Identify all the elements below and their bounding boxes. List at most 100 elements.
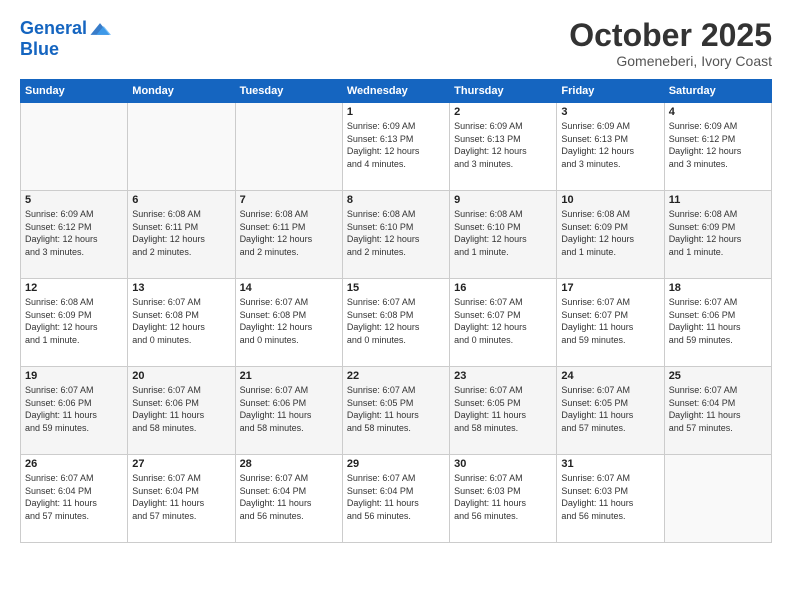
- calendar-cell: 28 Sunrise: 6:07 AMSunset: 6:04 PMDayligh…: [235, 455, 342, 543]
- calendar-cell: 26 Sunrise: 6:07 AMSunset: 6:04 PMDayligh…: [21, 455, 128, 543]
- calendar-cell: [21, 103, 128, 191]
- calendar-cell: 5 Sunrise: 6:09 AMSunset: 6:12 PMDaylight…: [21, 191, 128, 279]
- day-info: Sunrise: 6:09 AMSunset: 6:13 PMDaylight:…: [454, 120, 552, 170]
- day-number: 23: [454, 370, 552, 382]
- title-block: October 2025 Gomeneberi, Ivory Coast: [569, 18, 772, 69]
- day-info: Sunrise: 6:07 AMSunset: 6:06 PMDaylight:…: [240, 384, 338, 434]
- calendar-cell: 25 Sunrise: 6:07 AMSunset: 6:04 PMDayligh…: [664, 367, 771, 455]
- day-info: Sunrise: 6:07 AMSunset: 6:05 PMDaylight:…: [347, 384, 445, 434]
- calendar-cell: 19 Sunrise: 6:07 AMSunset: 6:06 PMDayligh…: [21, 367, 128, 455]
- weekday-tuesday: Tuesday: [235, 80, 342, 103]
- logo-blue-text: Blue: [20, 40, 111, 60]
- calendar-cell: [128, 103, 235, 191]
- day-info: Sunrise: 6:07 AMSunset: 6:06 PMDaylight:…: [669, 296, 767, 346]
- day-number: 15: [347, 282, 445, 294]
- logo-icon: [89, 18, 111, 40]
- calendar-cell: 14 Sunrise: 6:07 AMSunset: 6:08 PMDayligh…: [235, 279, 342, 367]
- day-info: Sunrise: 6:07 AMSunset: 6:04 PMDaylight:…: [240, 472, 338, 522]
- calendar-cell: 27Sunrise: 6:07 AMSunset: 6:04 PMDayligh…: [128, 455, 235, 543]
- day-number: 20: [132, 370, 230, 382]
- day-info: Sunrise: 6:07 AMSunset: 6:08 PMDaylight:…: [240, 296, 338, 346]
- day-number: 22: [347, 370, 445, 382]
- day-info: Sunrise: 6:08 AMSunset: 6:11 PMDaylight:…: [240, 208, 338, 258]
- calendar-week-2: 12Sunrise: 6:08 AMSunset: 6:09 PMDayligh…: [21, 279, 772, 367]
- calendar-cell: 6Sunrise: 6:08 AMSunset: 6:11 PMDaylight…: [128, 191, 235, 279]
- day-number: 14: [240, 282, 338, 294]
- weekday-thursday: Thursday: [450, 80, 557, 103]
- day-info: Sunrise: 6:09 AMSunset: 6:13 PMDaylight:…: [347, 120, 445, 170]
- day-number: 19: [25, 370, 123, 382]
- day-number: 11: [669, 194, 767, 206]
- logo: General Blue: [20, 18, 111, 60]
- day-number: 28: [240, 458, 338, 470]
- calendar-cell: 9Sunrise: 6:08 AMSunset: 6:10 PMDaylight…: [450, 191, 557, 279]
- calendar-cell: 31Sunrise: 6:07 AMSunset: 6:03 PMDayligh…: [557, 455, 664, 543]
- day-number: 7: [240, 194, 338, 206]
- calendar-cell: [664, 455, 771, 543]
- day-number: 25: [669, 370, 767, 382]
- day-info: Sunrise: 6:07 AMSunset: 6:04 PMDaylight:…: [669, 384, 767, 434]
- calendar-cell: 29Sunrise: 6:07 AMSunset: 6:04 PMDayligh…: [342, 455, 449, 543]
- day-number: 31: [561, 458, 659, 470]
- day-number: 8: [347, 194, 445, 206]
- calendar-cell: 10 Sunrise: 6:08 AMSunset: 6:09 PMDayligh…: [557, 191, 664, 279]
- day-number: 24: [561, 370, 659, 382]
- calendar-week-1: 5 Sunrise: 6:09 AMSunset: 6:12 PMDaylight…: [21, 191, 772, 279]
- day-info: Sunrise: 6:07 AMSunset: 6:05 PMDaylight:…: [454, 384, 552, 434]
- calendar-week-4: 26 Sunrise: 6:07 AMSunset: 6:04 PMDayligh…: [21, 455, 772, 543]
- day-info: Sunrise: 6:08 AMSunset: 6:09 PMDaylight:…: [669, 208, 767, 258]
- day-info: Sunrise: 6:07 AMSunset: 6:07 PMDaylight:…: [561, 296, 659, 346]
- day-number: 6: [132, 194, 230, 206]
- day-number: 1: [347, 106, 445, 118]
- calendar-cell: 20Sunrise: 6:07 AMSunset: 6:06 PMDayligh…: [128, 367, 235, 455]
- calendar-cell: 15 Sunrise: 6:07 AMSunset: 6:08 PMDayligh…: [342, 279, 449, 367]
- calendar-cell: 23 Sunrise: 6:07 AMSunset: 6:05 PMDayligh…: [450, 367, 557, 455]
- day-number: 18: [669, 282, 767, 294]
- day-info: Sunrise: 6:09 AMSunset: 6:12 PMDaylight:…: [669, 120, 767, 170]
- calendar-week-3: 19 Sunrise: 6:07 AMSunset: 6:06 PMDayligh…: [21, 367, 772, 455]
- day-info: Sunrise: 6:09 AMSunset: 6:12 PMDaylight:…: [25, 208, 123, 258]
- location: Gomeneberi, Ivory Coast: [569, 53, 772, 69]
- day-number: 13: [132, 282, 230, 294]
- day-info: Sunrise: 6:07 AMSunset: 6:08 PMDaylight:…: [132, 296, 230, 346]
- calendar-cell: 12Sunrise: 6:08 AMSunset: 6:09 PMDayligh…: [21, 279, 128, 367]
- calendar-table: SundayMondayTuesdayWednesdayThursdayFrid…: [20, 79, 772, 543]
- day-info: Sunrise: 6:07 AMSunset: 6:04 PMDaylight:…: [25, 472, 123, 522]
- day-number: 17: [561, 282, 659, 294]
- calendar-cell: 7 Sunrise: 6:08 AMSunset: 6:11 PMDaylight…: [235, 191, 342, 279]
- calendar-cell: 11 Sunrise: 6:08 AMSunset: 6:09 PMDayligh…: [664, 191, 771, 279]
- day-info: Sunrise: 6:07 AMSunset: 6:07 PMDaylight:…: [454, 296, 552, 346]
- day-number: 29: [347, 458, 445, 470]
- day-number: 10: [561, 194, 659, 206]
- calendar-cell: 24 Sunrise: 6:07 AMSunset: 6:05 PMDayligh…: [557, 367, 664, 455]
- calendar-cell: 8 Sunrise: 6:08 AMSunset: 6:10 PMDaylight…: [342, 191, 449, 279]
- weekday-sunday: Sunday: [21, 80, 128, 103]
- calendar-cell: 2Sunrise: 6:09 AMSunset: 6:13 PMDaylight…: [450, 103, 557, 191]
- calendar-cell: 17 Sunrise: 6:07 AMSunset: 6:07 PMDayligh…: [557, 279, 664, 367]
- calendar-cell: 4 Sunrise: 6:09 AMSunset: 6:12 PMDaylight…: [664, 103, 771, 191]
- day-number: 27: [132, 458, 230, 470]
- day-info: Sunrise: 6:09 AMSunset: 6:13 PMDaylight:…: [561, 120, 659, 170]
- calendar-cell: 3 Sunrise: 6:09 AMSunset: 6:13 PMDaylight…: [557, 103, 664, 191]
- day-info: Sunrise: 6:07 AMSunset: 6:06 PMDaylight:…: [25, 384, 123, 434]
- day-info: Sunrise: 6:08 AMSunset: 6:10 PMDaylight:…: [347, 208, 445, 258]
- day-info: Sunrise: 6:08 AMSunset: 6:10 PMDaylight:…: [454, 208, 552, 258]
- day-info: Sunrise: 6:07 AMSunset: 6:03 PMDaylight:…: [454, 472, 552, 522]
- day-info: Sunrise: 6:07 AMSunset: 6:05 PMDaylight:…: [561, 384, 659, 434]
- calendar-cell: 1 Sunrise: 6:09 AMSunset: 6:13 PMDaylight…: [342, 103, 449, 191]
- day-info: Sunrise: 6:08 AMSunset: 6:09 PMDaylight:…: [561, 208, 659, 258]
- logo-text: General: [20, 19, 87, 39]
- day-number: 16: [454, 282, 552, 294]
- day-number: 5: [25, 194, 123, 206]
- day-number: 26: [25, 458, 123, 470]
- day-info: Sunrise: 6:08 AMSunset: 6:09 PMDaylight:…: [25, 296, 123, 346]
- calendar-cell: [235, 103, 342, 191]
- day-info: Sunrise: 6:07 AMSunset: 6:08 PMDaylight:…: [347, 296, 445, 346]
- calendar-week-0: 1 Sunrise: 6:09 AMSunset: 6:13 PMDaylight…: [21, 103, 772, 191]
- day-number: 3: [561, 106, 659, 118]
- calendar-cell: 13 Sunrise: 6:07 AMSunset: 6:08 PMDayligh…: [128, 279, 235, 367]
- day-number: 21: [240, 370, 338, 382]
- day-number: 4: [669, 106, 767, 118]
- day-number: 30: [454, 458, 552, 470]
- calendar-cell: 30 Sunrise: 6:07 AMSunset: 6:03 PMDayligh…: [450, 455, 557, 543]
